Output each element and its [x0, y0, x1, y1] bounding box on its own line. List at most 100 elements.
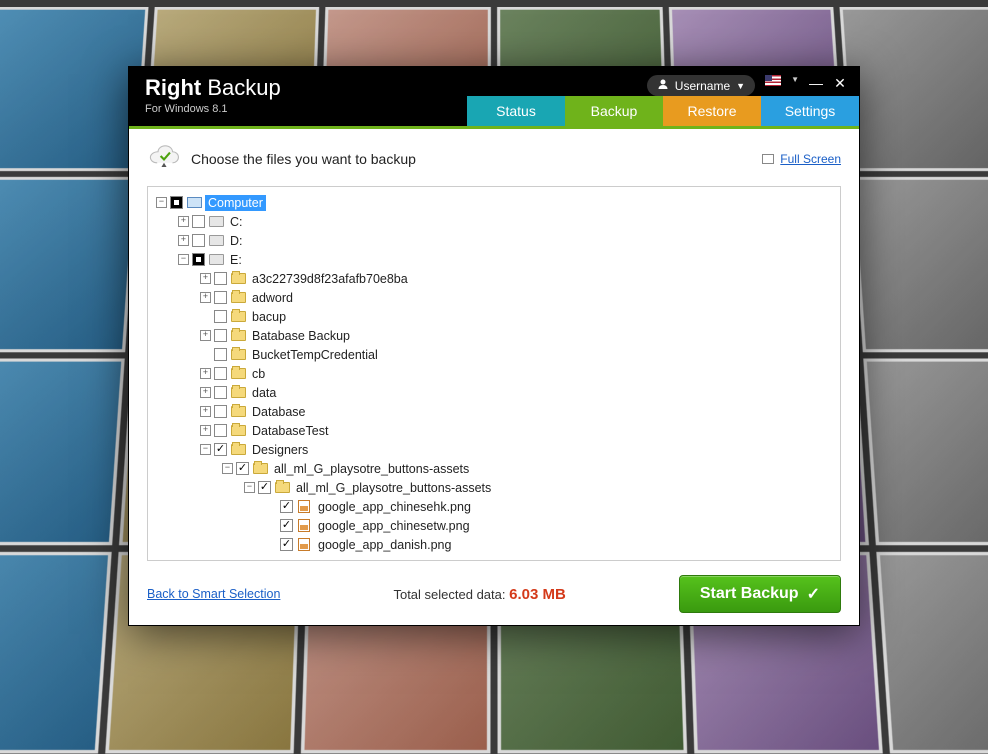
tree-node[interactable]: + data [152, 383, 836, 402]
expander-icon[interactable] [200, 311, 211, 322]
tree-node-label[interactable]: adword [249, 290, 296, 306]
tree-node-label[interactable]: Batabase Backup [249, 328, 353, 344]
tree-node[interactable]: BucketTempCredential [152, 345, 836, 364]
tab-settings[interactable]: Settings [761, 96, 859, 126]
tree-node-label[interactable]: a3c22739d8f23afafb70e8ba [249, 271, 411, 287]
tab-restore[interactable]: Restore [663, 96, 761, 126]
checkbox[interactable] [280, 500, 293, 513]
tree-node-label[interactable]: BucketTempCredential [249, 347, 381, 363]
tree-node[interactable]: + adword [152, 288, 836, 307]
tree-node-label[interactable]: cb [249, 366, 268, 382]
checkbox[interactable] [280, 519, 293, 532]
tree-node[interactable]: + Batabase Backup [152, 326, 836, 345]
minimize-button[interactable]: — [809, 75, 823, 91]
expander-icon[interactable]: − [200, 444, 211, 455]
tree-node[interactable]: + cb [152, 364, 836, 383]
tree-node-label[interactable]: google_app_chinesetw.png [315, 518, 473, 534]
checkbox[interactable] [214, 348, 227, 361]
checkbox[interactable] [280, 538, 293, 551]
file-tree-scroll[interactable]: − Computer + C: + D: − E: + a3c22739d8f23afafb70e… [148, 187, 840, 560]
expander-icon[interactable]: + [200, 292, 211, 303]
expander-icon[interactable]: − [178, 254, 189, 265]
tree-node-label[interactable]: all_ml_G_playsotre_buttons-assets [271, 461, 472, 477]
tree-node-label[interactable]: all_ml_G_playsotre_buttons-assets [293, 480, 494, 496]
checkbox[interactable] [214, 310, 227, 323]
tree-node-label[interactable]: google_app_chinesehk.png [315, 499, 474, 515]
tree-node[interactable]: − all_ml_G_playsotre_buttons-assets [152, 478, 836, 497]
fullscreen-link[interactable]: Full Screen [780, 152, 841, 166]
tree-node-label[interactable]: C: [227, 214, 246, 230]
start-backup-button[interactable]: Start Backup ✓ [679, 575, 841, 613]
expander-icon[interactable]: − [156, 197, 167, 208]
checkbox[interactable] [214, 291, 227, 304]
tree-node[interactable]: google_app_chinesehk.png [152, 497, 836, 516]
tree-node-label[interactable]: E: [227, 252, 245, 268]
user-dropdown[interactable]: Username ▼ [647, 75, 755, 96]
expander-icon[interactable]: + [200, 273, 211, 284]
checkbox[interactable] [170, 196, 183, 209]
tree-node[interactable]: google_app_danish.png [152, 535, 836, 554]
check-icon: ✓ [807, 584, 820, 604]
expander-icon[interactable]: + [178, 216, 189, 227]
titlebar: Right Backup For Windows 8.1 Username ▼ … [129, 67, 859, 126]
total-selected-value: 6.03 MB [509, 586, 566, 603]
png-icon [296, 500, 312, 514]
expander-icon[interactable]: + [200, 330, 211, 341]
checkbox[interactable] [214, 424, 227, 437]
tree-node[interactable]: − Computer [152, 193, 836, 212]
tree-node-label[interactable]: Computer [205, 195, 266, 211]
checkbox[interactable] [214, 443, 227, 456]
tab-status[interactable]: Status [467, 96, 565, 126]
expander-icon[interactable]: + [200, 406, 211, 417]
tree-node-label[interactable]: Designers [249, 442, 311, 458]
tree-node[interactable]: + C: [152, 212, 836, 231]
expander-icon[interactable] [266, 501, 277, 512]
expander-icon[interactable] [266, 539, 277, 550]
folder-icon [274, 481, 290, 495]
tree-node[interactable]: + a3c22739d8f23afafb70e8ba [152, 269, 836, 288]
checkbox[interactable] [214, 329, 227, 342]
tree-node[interactable]: google_app_chinesetw.png [152, 516, 836, 535]
tree-node[interactable]: − E: [152, 250, 836, 269]
close-button[interactable]: ✕ [833, 75, 847, 92]
checkbox[interactable] [214, 405, 227, 418]
tree-node[interactable]: bacup [152, 307, 836, 326]
expander-icon[interactable]: + [178, 235, 189, 246]
tree-node-label[interactable]: data [249, 385, 279, 401]
expander-icon[interactable]: + [200, 425, 211, 436]
folder-icon [230, 424, 246, 438]
checkbox[interactable] [192, 234, 205, 247]
tree-node[interactable]: + DatabaseTest [152, 421, 836, 440]
expander-icon[interactable]: + [200, 368, 211, 379]
tree-node[interactable]: − Designers [152, 440, 836, 459]
checkbox[interactable] [192, 215, 205, 228]
expander-icon[interactable] [200, 349, 211, 360]
checkbox[interactable] [214, 367, 227, 380]
tree-node[interactable]: − all_ml_G_playsotre_buttons-assets [152, 459, 836, 478]
tree-node-label[interactable]: Database [249, 404, 309, 420]
checkbox[interactable] [236, 462, 249, 475]
fullscreen-icon [762, 154, 774, 164]
brand-title: Right Backup [145, 75, 281, 101]
tree-node-label[interactable]: google_app_danish.png [315, 537, 454, 553]
flag-chevron-down-icon: ▼ [791, 75, 799, 84]
tree-node-label[interactable]: DatabaseTest [249, 423, 331, 439]
expander-icon[interactable] [266, 520, 277, 531]
checkbox[interactable] [214, 272, 227, 285]
back-to-smart-selection-link[interactable]: Back to Smart Selection [147, 587, 280, 601]
checkbox[interactable] [192, 253, 205, 266]
tab-backup[interactable]: Backup [565, 96, 663, 126]
checkbox[interactable] [258, 481, 271, 494]
expander-icon[interactable]: − [244, 482, 255, 493]
expander-icon[interactable]: + [200, 387, 211, 398]
drive-icon [208, 215, 224, 229]
tree-node[interactable]: + D: [152, 231, 836, 250]
user-icon [657, 78, 669, 93]
language-flag-dropdown[interactable] [765, 75, 781, 86]
tree-node-label[interactable]: D: [227, 233, 246, 249]
file-tree: − Computer + C: + D: − E: + a3c22739d8f23afafb70e… [147, 186, 841, 561]
checkbox[interactable] [214, 386, 227, 399]
expander-icon[interactable]: − [222, 463, 233, 474]
tree-node-label[interactable]: bacup [249, 309, 289, 325]
tree-node[interactable]: + Database [152, 402, 836, 421]
